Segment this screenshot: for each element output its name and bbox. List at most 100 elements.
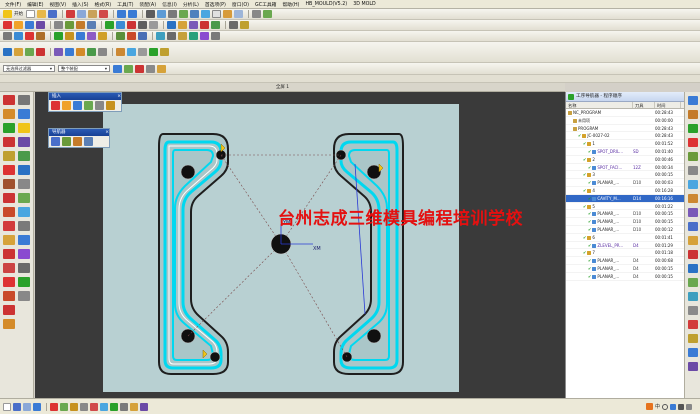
menu-item[interactable]: 工具(T) [114,1,136,8]
redo-icon[interactable] [128,10,137,18]
helix-tool-icon[interactable] [3,235,15,245]
layer-settings-icon[interactable] [252,10,261,18]
mold-tools-icon[interactable] [688,320,698,329]
create-method-icon[interactable] [95,101,104,110]
isoparam-tool-icon[interactable] [18,221,30,231]
revolve-icon[interactable] [65,32,74,40]
navigator-row[interactable]: ✔ 5 00:01:22 [566,203,684,211]
snap-center-icon[interactable] [135,64,144,73]
insert-panel[interactable]: 插入 × [48,92,122,112]
divide-tool-icon[interactable] [3,193,15,203]
menu-item[interactable]: 首选项(P) [202,1,229,8]
line-tool-icon[interactable] [3,95,15,105]
project-tool-icon[interactable] [3,207,15,217]
emoji-icon[interactable] [670,403,676,410]
navigator-row[interactable]: ✔ JC-0027-02 00:28:43 [566,132,684,141]
mold-wizard-icon[interactable] [3,48,12,56]
boss-icon[interactable] [87,32,96,40]
menu-item[interactable]: HB_MOULD(V5.2) [302,2,350,7]
grid-icon[interactable] [80,402,88,411]
view-orient-icon[interactable] [223,10,232,18]
column-time-header[interactable]: 时间 [655,102,681,108]
system-scenes-icon[interactable] [688,250,698,259]
electrode-tools-icon[interactable] [688,334,698,343]
show-hide-icon[interactable] [263,10,272,18]
shell-icon[interactable] [178,32,187,40]
nx-icon[interactable] [160,48,169,56]
trim-body-icon[interactable] [189,32,198,40]
delete-object-icon[interactable] [200,21,209,29]
create-geometry-icon[interactable] [25,21,34,29]
navigator-row[interactable]: ✔ SPOT_DRIL... SD 00:01:40 [566,148,684,156]
filter-icon[interactable] [140,402,148,411]
trim-tool-icon[interactable] [3,179,15,189]
shop-doc-icon[interactable] [149,21,158,29]
layer-icon[interactable] [130,402,138,411]
circle-tool-icon[interactable] [18,109,30,119]
shaded-icon[interactable] [201,10,210,18]
datum-icon[interactable] [3,319,15,329]
edit-curve-icon[interactable] [3,291,15,301]
command-finder-icon[interactable] [146,10,155,18]
table-icon[interactable] [138,48,147,56]
subtract-icon[interactable] [127,32,136,40]
part-canvas[interactable]: XM YM 台州志成三维模具编程培训学校 [103,104,523,392]
create-operation-icon[interactable] [84,101,93,110]
box-icon[interactable] [116,48,125,56]
menu-item[interactable]: 窗口(O) [229,1,252,8]
bounded-plane-icon[interactable] [87,48,96,56]
mirror-tool-icon[interactable] [18,249,30,259]
menu-item[interactable]: 文件(F) [2,1,24,8]
menu-item[interactable]: 信息(I) [159,1,180,8]
save-icon[interactable] [48,10,57,18]
plus-tool-icon[interactable] [18,95,30,105]
punctuation-icon[interactable] [662,403,668,410]
hole-icon[interactable] [76,32,85,40]
play-icon[interactable] [110,402,118,411]
paste-icon[interactable] [88,10,97,18]
menu-item[interactable]: GC工具箱 [252,1,279,8]
menu-item[interactable]: 格式(R) [92,1,115,8]
navigator-row[interactable]: NC_PROGRAM 00:28:43 [566,109,684,117]
section-tool-icon[interactable] [3,249,15,259]
menu-item[interactable]: 编辑(E) [24,1,46,8]
intersect-icon[interactable] [138,32,147,40]
cut-object-icon[interactable] [178,21,187,29]
navigator-row[interactable]: PROGRAM 00:28:43 [566,125,684,133]
navigator-row[interactable]: ✔ PLANAR_... D4 00:00:15 [566,273,684,281]
operation-navigator-icon[interactable] [688,124,698,133]
move-tool-icon[interactable] [18,263,30,273]
hd3d-tools-icon[interactable] [688,166,698,175]
ellipse-tool-icon[interactable] [3,137,15,147]
close-icon[interactable]: × [117,93,121,100]
create-tool-icon[interactable] [14,21,23,29]
navigator-row[interactable]: ✔ PLANAR_... D4 00:00:68 [566,257,684,265]
start-label[interactable]: 开始 [14,11,23,17]
edit-object-icon[interactable] [167,21,176,29]
palette-icon[interactable] [688,278,698,287]
create-program-icon[interactable] [3,21,12,29]
create-program-icon[interactable] [51,101,60,110]
machine-tool-view-icon[interactable] [65,21,74,29]
snap-endpoint-icon[interactable] [113,64,122,73]
view-icon[interactable] [100,402,108,411]
fillet-tool-icon[interactable] [3,165,15,175]
part-navigator-icon[interactable] [688,110,698,119]
cylinder-icon[interactable] [127,48,136,56]
more-icon[interactable] [106,101,115,110]
navigator-row[interactable]: ✔ 4 00:16:28 [566,187,684,195]
verify-toolpath-icon[interactable] [127,21,136,29]
replay-toolpath-icon[interactable] [116,21,125,29]
sweep-icon[interactable] [76,48,85,56]
navigator-row[interactable]: ✔ PLANAR_... D10 00:00:15 [566,210,684,219]
point-icon[interactable] [50,402,58,411]
menu-item[interactable]: 分析(L) [180,1,202,8]
generate-toolpath-icon[interactable] [105,21,114,29]
navigator-row[interactable]: ✔ SPOT_FACI... 12Z 00:00:34 [566,164,684,172]
undo-icon[interactable] [117,10,126,18]
geometry-view-icon[interactable] [73,137,82,146]
sew-icon[interactable] [98,48,107,56]
reuse-library-icon[interactable] [688,152,698,161]
edit-param-icon[interactable] [18,291,30,301]
open-folder-icon[interactable] [37,10,46,18]
